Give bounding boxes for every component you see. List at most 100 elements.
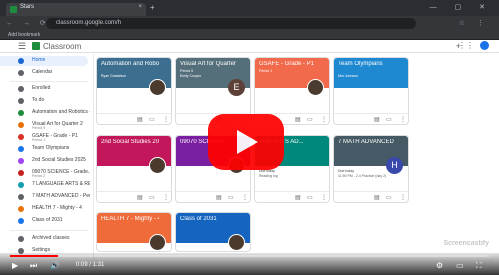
video-play-button[interactable] bbox=[208, 114, 284, 170]
close-tab-icon[interactable]: × bbox=[138, 4, 142, 10]
teacher-photo-avatar bbox=[228, 234, 245, 251]
sidebar-class-item[interactable]: 09070 SCIENCE - Grade... Period 2 bbox=[0, 168, 94, 178]
sidebar-class-item[interactable]: 7 MATH ADVANCED - Per... bbox=[0, 192, 94, 202]
class-card[interactable]: Team Olympians Mrs Johnson ▤ ▭ ⋮ bbox=[333, 57, 409, 125]
sidebar-item-calendar[interactable]: Calendar bbox=[0, 68, 94, 78]
classroom-favicon-icon bbox=[10, 6, 17, 13]
more-options-icon[interactable]: ⋮ bbox=[400, 194, 406, 201]
open-folder-icon[interactable]: ▭ bbox=[149, 194, 155, 201]
app-name[interactable]: Classroom bbox=[43, 42, 81, 51]
sidebar-class-item[interactable]: To do bbox=[0, 96, 94, 106]
bookmark-item[interactable]: Add bookmark bbox=[8, 32, 40, 38]
class-card-title[interactable]: GSAFE - Grade - P1 bbox=[259, 61, 317, 67]
class-card[interactable]: Automation and Roboti... Ryan Gustafson ▤ ▭… bbox=[96, 57, 172, 125]
class-card[interactable]: 2nd Social Studies 2025 ▤ ▭ ⋮ bbox=[96, 135, 172, 203]
account-avatar[interactable] bbox=[480, 41, 489, 50]
extensions-icons[interactable]: ☆ ⋮ bbox=[459, 19, 489, 27]
url-text: classroom.google.com/h bbox=[56, 20, 122, 26]
class-card-footer: ▤ ▭ ⋮ bbox=[334, 113, 408, 124]
video-progress-bar[interactable] bbox=[10, 255, 489, 257]
class-card-title[interactable]: 7 MATH ADVANCED ... bbox=[338, 139, 396, 145]
class-card-title[interactable]: HEALTH 7 - Mighty - 4 bbox=[101, 216, 159, 222]
open-folder-icon[interactable]: ▭ bbox=[149, 116, 155, 123]
more-options-icon[interactable]: ⋮ bbox=[242, 194, 248, 201]
open-gradebook-icon[interactable]: ▤ bbox=[374, 116, 380, 123]
more-options-icon[interactable]: ⋮ bbox=[400, 116, 406, 123]
more-options-icon[interactable]: ⋮ bbox=[163, 116, 169, 123]
browser-tab[interactable]: Stars × bbox=[6, 3, 146, 16]
sidebar-item-sublabel: Period 1 bbox=[32, 138, 46, 142]
class-card-footer: ▤ ▭ ⋮ bbox=[97, 191, 171, 202]
sidebar-item-label: 2nd Social Studies 2025 bbox=[32, 157, 86, 163]
class-card-assignment[interactable]: 11:59 PM - 2.4 Practice (day 2) bbox=[338, 174, 386, 178]
open-folder-icon[interactable]: ▭ bbox=[307, 116, 313, 123]
class-card-title[interactable]: 2nd Social Studies 2025 bbox=[101, 139, 159, 145]
sidebar-class-item[interactable]: Visual Art for Quarter 2 Period 5 bbox=[0, 120, 94, 130]
open-gradebook-icon[interactable]: ▤ bbox=[216, 194, 222, 201]
sidebar-class-item[interactable]: GSAFE - Grade - P1 Period 1 bbox=[0, 132, 94, 142]
class-initial-icon bbox=[18, 182, 24, 188]
sidebar-class-item[interactable]: 7 LANGUAGE ARTS & READ... bbox=[0, 180, 94, 190]
sidebar-item-label: 7 MATH ADVANCED - Per... bbox=[32, 193, 90, 199]
next-video-icon[interactable]: ⏭ bbox=[30, 261, 37, 271]
volume-icon[interactable]: 🔊 bbox=[50, 261, 60, 270]
open-gradebook-icon[interactable]: ▤ bbox=[374, 194, 380, 201]
sidebar-class-item[interactable]: HEALTH 7 - Mighty - 4 bbox=[0, 204, 94, 214]
address-bar[interactable]: classroom.google.com/h bbox=[46, 18, 416, 29]
teacher-photo-avatar bbox=[307, 79, 324, 96]
class-card-title[interactable]: Automation and Roboti... bbox=[101, 61, 159, 67]
sidebar-item-label: Team Olympians bbox=[32, 145, 70, 151]
class-card-assignment[interactable]: Reading log bbox=[259, 174, 278, 178]
navigation-icons[interactable]: ← → ⟳ bbox=[6, 19, 50, 27]
sidebar-item-home[interactable]: Home bbox=[0, 56, 88, 66]
more-options-icon[interactable]: ⋮ bbox=[321, 194, 327, 201]
class-initial-icon bbox=[18, 218, 24, 224]
open-folder-icon[interactable]: ▭ bbox=[386, 194, 392, 201]
fullscreen-icon[interactable]: ⛶ bbox=[476, 261, 482, 271]
main-menu-icon[interactable]: ☰ bbox=[18, 41, 26, 52]
class-card-teacher[interactable]: Mrs Johnson bbox=[338, 74, 358, 78]
class-card[interactable]: 7 MATH ADVANCED ... Due today 11:59 PM - 2… bbox=[333, 135, 409, 203]
settings-gear-icon[interactable]: ⚙ bbox=[436, 261, 443, 270]
theater-mode-icon[interactable]: ▭ bbox=[456, 261, 464, 270]
sidebar-class-item[interactable]: 2nd Social Studies 2025 bbox=[0, 156, 94, 166]
sidebar-item-label: Home bbox=[32, 57, 46, 63]
more-options-icon[interactable]: ⋮ bbox=[321, 116, 327, 123]
open-folder-icon[interactable]: ▭ bbox=[228, 194, 234, 201]
sidebar-item-sublabel: Period 5 bbox=[32, 126, 46, 130]
class-card-title[interactable]: Visual Art for Quarter 2 bbox=[180, 61, 238, 67]
class-initial-icon bbox=[18, 194, 24, 200]
class-card-title[interactable]: Class of 2031 bbox=[180, 216, 238, 222]
open-gradebook-icon[interactable]: ▤ bbox=[137, 116, 143, 123]
open-gradebook-icon[interactable]: ▤ bbox=[295, 194, 301, 201]
class-card[interactable]: HEALTH 7 - Mighty - 4 bbox=[96, 212, 172, 252]
sidebar-class-item[interactable]: Automation and Robotics - Hu... bbox=[0, 108, 94, 118]
open-gradebook-icon[interactable]: ▤ bbox=[295, 116, 301, 123]
sidebar-item-archived[interactable]: Archived classes bbox=[0, 234, 94, 244]
class-card-teacher[interactable]: Ryan Gustafson bbox=[101, 74, 126, 78]
play-icon bbox=[237, 130, 258, 154]
open-folder-icon[interactable]: ▭ bbox=[386, 116, 392, 123]
more-options-icon[interactable]: ⋮ bbox=[163, 194, 169, 201]
class-card-section: Period 5 bbox=[180, 69, 194, 73]
sidebar-class-item[interactable]: Team Olympians bbox=[0, 144, 94, 154]
class-card-footer: ▤ ▭ ⋮ bbox=[255, 191, 329, 202]
new-tab-button[interactable]: + bbox=[150, 3, 155, 12]
class-initial-icon bbox=[18, 134, 24, 140]
sidebar-class-item[interactable]: Class of 2031 bbox=[0, 216, 94, 226]
class-card[interactable]: Class of 2031 bbox=[175, 212, 251, 252]
sidebar-section-enrolled[interactable]: Enrolled bbox=[0, 84, 94, 94]
divider bbox=[10, 230, 88, 231]
calendar-icon bbox=[18, 70, 24, 76]
sidebar-item-sublabel: Period 2 bbox=[32, 174, 46, 178]
class-card-title[interactable]: Team Olympians bbox=[338, 61, 396, 67]
classroom-header: ☰ Classroom + ⋮⋮ bbox=[0, 40, 499, 53]
window-controls[interactable]: — ▢ ✕ bbox=[430, 3, 493, 11]
open-folder-icon[interactable]: ▭ bbox=[307, 194, 313, 201]
classroom-logo-icon bbox=[32, 42, 40, 50]
google-apps-icon[interactable]: ⋮⋮ bbox=[458, 41, 474, 50]
open-gradebook-icon[interactable]: ▤ bbox=[137, 194, 143, 201]
sidebar-item-label: Archived classes bbox=[32, 235, 70, 241]
play-control-icon[interactable]: ▶ bbox=[12, 261, 18, 270]
class-card-teacher[interactable]: Emily Cooper bbox=[180, 74, 201, 78]
